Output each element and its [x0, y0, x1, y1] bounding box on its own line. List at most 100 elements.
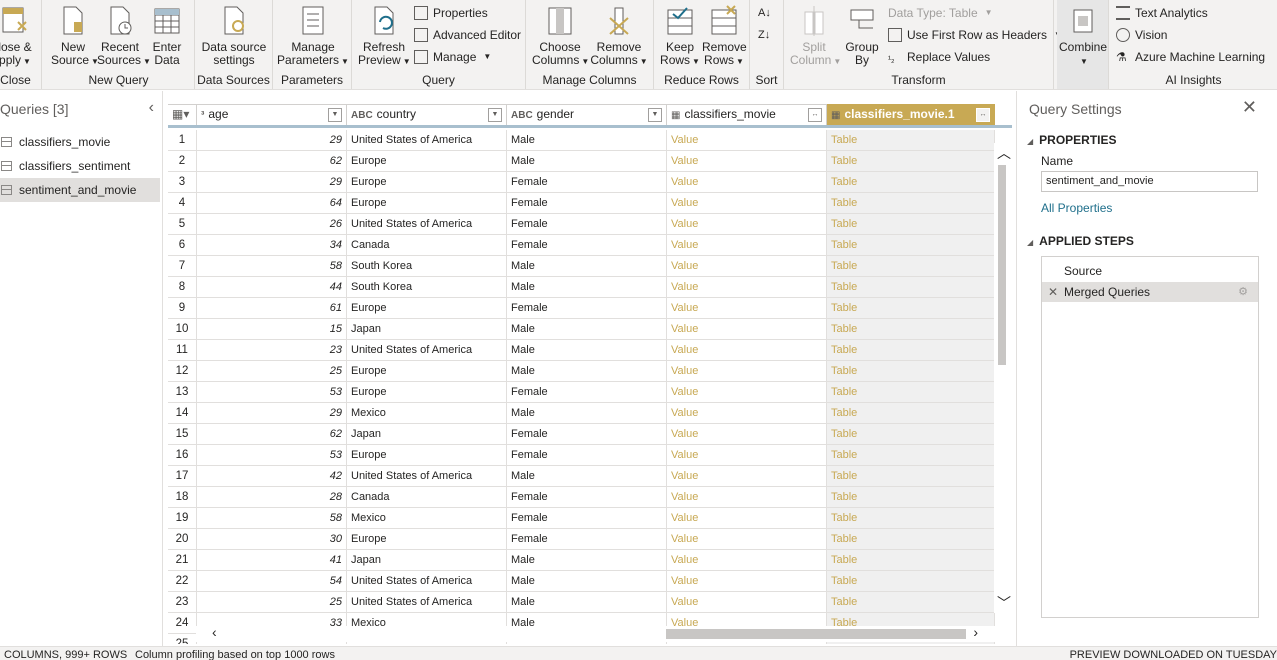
- table-cell[interactable]: Canada: [347, 487, 507, 508]
- column-header[interactable]: ABC gender ▼: [507, 104, 667, 125]
- table-cell[interactable]: South Korea: [347, 256, 507, 277]
- table-cell[interactable]: United States of America: [347, 214, 507, 235]
- close-settings-icon[interactable]: ✕: [1242, 97, 1257, 118]
- filter-dropdown-icon[interactable]: ▼: [328, 108, 342, 122]
- table-cell[interactable]: Value: [667, 550, 827, 571]
- use-first-row-headers-button[interactable]: Use First Row as Headers▼: [888, 26, 1062, 44]
- table-cell[interactable]: Table: [827, 403, 995, 424]
- table-cell[interactable]: Value: [667, 193, 827, 214]
- table-cell[interactable]: Value: [667, 487, 827, 508]
- table-cell[interactable]: Table: [827, 235, 995, 256]
- table-cell[interactable]: Female: [507, 445, 667, 466]
- table-cell[interactable]: Value: [667, 298, 827, 319]
- combine-button[interactable]: Combine ▼: [1059, 4, 1107, 68]
- table-cell[interactable]: Value: [667, 403, 827, 424]
- table-cell[interactable]: Male: [507, 592, 667, 613]
- table-cell[interactable]: Mexico: [347, 403, 507, 424]
- table-cell[interactable]: Table: [827, 193, 995, 214]
- table-cell[interactable]: Value: [667, 235, 827, 256]
- table-cell[interactable]: Male: [507, 550, 667, 571]
- table-cell[interactable]: Male: [507, 256, 667, 277]
- table-cell[interactable]: United States of America: [347, 340, 507, 361]
- table-cell[interactable]: Table: [827, 130, 995, 151]
- table-cell[interactable]: South Korea: [347, 277, 507, 298]
- query-item[interactable]: sentiment_and_movie: [0, 178, 160, 202]
- table-cell[interactable]: Value: [667, 256, 827, 277]
- table-cell[interactable]: 25: [197, 592, 347, 613]
- table-cell[interactable]: Female: [507, 529, 667, 550]
- table-cell[interactable]: Female: [507, 172, 667, 193]
- table-cell[interactable]: Value: [667, 151, 827, 172]
- data-source-settings-button[interactable]: Data source settings: [199, 4, 269, 67]
- recent-sources-button[interactable]: Recent Sources ▼: [97, 4, 151, 68]
- applied-steps-section[interactable]: ◢ APPLIED STEPS: [1027, 234, 1134, 248]
- table-cell[interactable]: Japan: [347, 424, 507, 445]
- horizontal-scrollbar[interactable]: ‹ ›: [196, 624, 996, 642]
- table-cell[interactable]: Table: [827, 592, 995, 613]
- table-cell[interactable]: Table: [827, 571, 995, 592]
- sort-descending-button[interactable]: Z↓: [758, 26, 770, 44]
- table-cell[interactable]: 62: [197, 151, 347, 172]
- table-cell[interactable]: Europe: [347, 445, 507, 466]
- table-cell[interactable]: United States of America: [347, 130, 507, 151]
- table-cell[interactable]: Mexico: [347, 508, 507, 529]
- azure-ml-button[interactable]: ⚗ Azure Machine Learning: [1116, 48, 1265, 66]
- table-cell[interactable]: Table: [827, 298, 995, 319]
- scroll-up-icon[interactable]: ︿: [997, 143, 1011, 163]
- table-cell[interactable]: Value: [667, 445, 827, 466]
- table-cell[interactable]: 28: [197, 487, 347, 508]
- expand-column-icon[interactable]: ↔: [808, 108, 822, 122]
- table-cell[interactable]: Table: [827, 550, 995, 571]
- advanced-editor-button[interactable]: Advanced Editor: [414, 26, 521, 44]
- table-cell[interactable]: Table: [827, 214, 995, 235]
- table-cell[interactable]: Europe: [347, 298, 507, 319]
- table-cell[interactable]: Female: [507, 193, 667, 214]
- filter-dropdown-icon[interactable]: ▼: [488, 108, 502, 122]
- table-cell[interactable]: Female: [507, 382, 667, 403]
- choose-columns-button[interactable]: Choose Columns ▼: [532, 4, 589, 68]
- table-cell[interactable]: 64: [197, 193, 347, 214]
- table-cell[interactable]: Value: [667, 277, 827, 298]
- table-cell[interactable]: United States of America: [347, 571, 507, 592]
- table-cell[interactable]: Table: [827, 445, 995, 466]
- table-cell[interactable]: Europe: [347, 529, 507, 550]
- table-cell[interactable]: Male: [507, 130, 667, 151]
- query-item[interactable]: classifiers_movie: [0, 130, 160, 154]
- enter-data-button[interactable]: Enter Data: [147, 4, 187, 67]
- table-cell[interactable]: Value: [667, 130, 827, 151]
- table-cell[interactable]: Value: [667, 529, 827, 550]
- table-cell[interactable]: Table: [827, 466, 995, 487]
- text-analytics-button[interactable]: Text Analytics: [1116, 4, 1208, 22]
- close-apply-button[interactable]: lose & pply ▼: [0, 4, 40, 68]
- table-cell[interactable]: Canada: [347, 235, 507, 256]
- table-cell[interactable]: Table: [827, 382, 995, 403]
- table-cell[interactable]: United States of America: [347, 466, 507, 487]
- table-cell[interactable]: 53: [197, 382, 347, 403]
- table-cell[interactable]: Value: [667, 592, 827, 613]
- table-cell[interactable]: Europe: [347, 193, 507, 214]
- table-cell[interactable]: Table: [827, 424, 995, 445]
- properties-button[interactable]: Properties: [414, 4, 488, 22]
- expand-column-icon[interactable]: ↔: [976, 108, 990, 122]
- column-header[interactable]: ▦ classifiers_movie.1 ↔: [827, 104, 995, 125]
- table-cell[interactable]: Table: [827, 151, 995, 172]
- table-cell[interactable]: 30: [197, 529, 347, 550]
- filter-dropdown-icon[interactable]: ▼: [648, 108, 662, 122]
- table-cell[interactable]: Value: [667, 361, 827, 382]
- collapse-queries-icon[interactable]: ‹: [149, 99, 154, 117]
- table-cell[interactable]: United States of America: [347, 592, 507, 613]
- split-column-button[interactable]: Split Column ▼: [790, 4, 841, 68]
- table-cell[interactable]: Europe: [347, 172, 507, 193]
- remove-columns-button[interactable]: Remove Columns ▼: [590, 4, 648, 68]
- horizontal-scroll-thumb[interactable]: [666, 629, 966, 639]
- table-cell[interactable]: 42: [197, 466, 347, 487]
- table-cell[interactable]: Male: [507, 340, 667, 361]
- table-cell[interactable]: 54: [197, 571, 347, 592]
- vision-button[interactable]: Vision: [1116, 26, 1167, 44]
- table-cell[interactable]: Value: [667, 508, 827, 529]
- table-cell[interactable]: Table: [827, 340, 995, 361]
- table-cell[interactable]: Value: [667, 466, 827, 487]
- sort-ascending-button[interactable]: A↓: [758, 4, 771, 22]
- column-header[interactable]: ▦ classifiers_movie ↔: [667, 104, 827, 125]
- query-name-input[interactable]: sentiment_and_movie: [1041, 171, 1258, 192]
